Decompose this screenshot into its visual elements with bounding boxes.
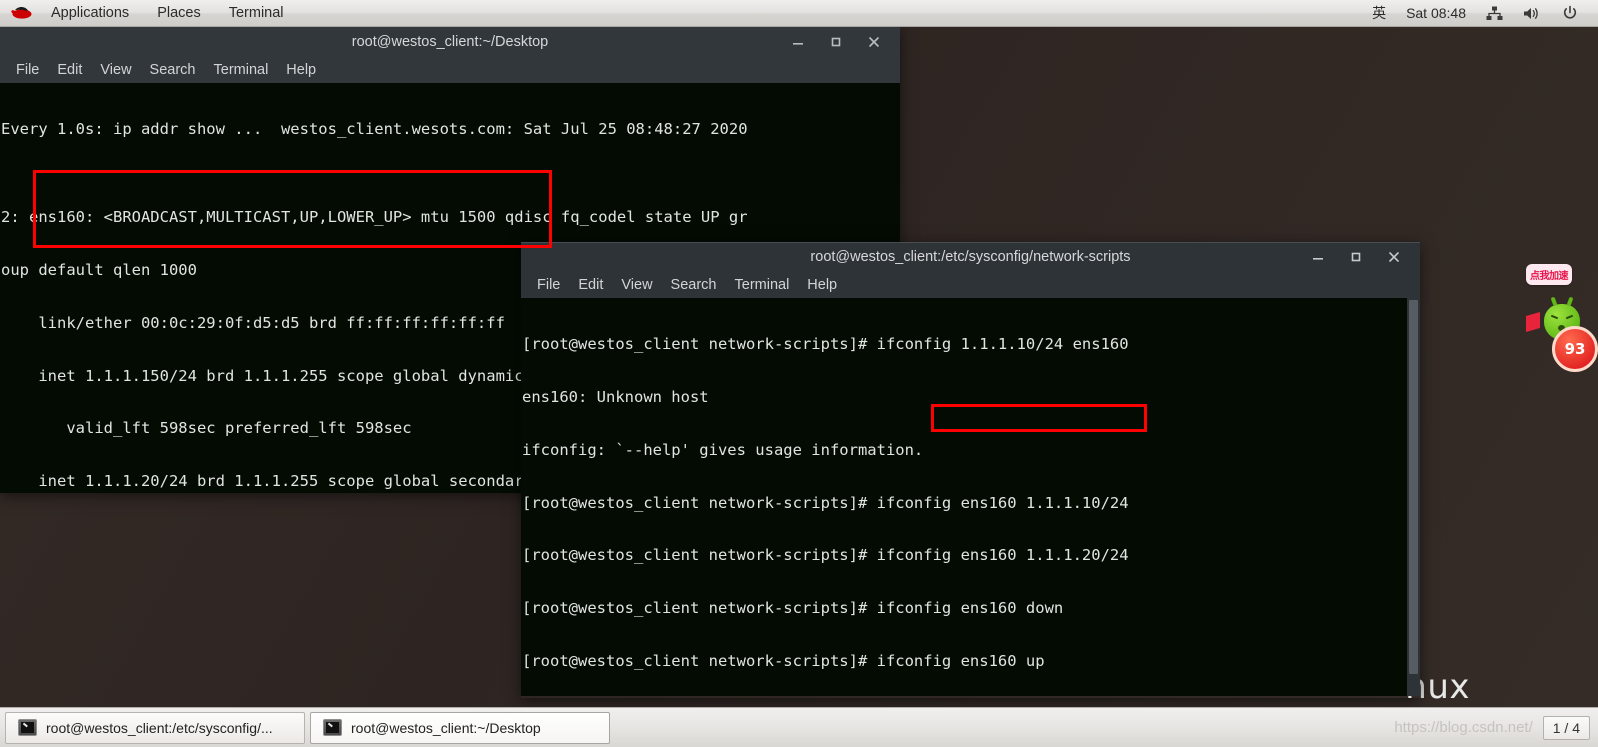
taskbar: root@westos_client:/etc/sysconfig/... ro… — [0, 707, 1598, 747]
taskbar-right-area: https://blog.csdn.net/ 1 / 4 — [1394, 715, 1598, 740]
panel-menu-group: Applications Places Terminal — [37, 2, 298, 24]
redhat-logo-icon[interactable] — [9, 4, 35, 22]
window1-menu-view[interactable]: View — [91, 60, 140, 80]
taskbar-button-desktop[interactable]: root@westos_client:~/Desktop — [310, 711, 610, 744]
window2-scrollbar[interactable] — [1407, 298, 1420, 696]
network-icon[interactable] — [1476, 3, 1513, 24]
window2-menu-search[interactable]: Search — [662, 275, 726, 295]
window2-menu-terminal[interactable]: Terminal — [726, 275, 799, 295]
ad-bubble-text[interactable]: 点我加速 — [1526, 264, 1572, 285]
terminal-line: [root@westos_client network-scripts]# if… — [522, 335, 1129, 354]
window2-minimize-icon[interactable] — [1310, 249, 1326, 265]
window1-menu-edit[interactable]: Edit — [48, 60, 91, 80]
terminal-icon — [18, 719, 37, 736]
window2-menu-edit[interactable]: Edit — [569, 275, 612, 295]
window1-menu-help[interactable]: Help — [277, 60, 325, 80]
taskbar-button-network-scripts[interactable]: root@westos_client:/etc/sysconfig/... — [5, 711, 305, 744]
workspace-indicator[interactable]: 1 / 4 — [1542, 715, 1590, 740]
power-icon[interactable] — [1552, 2, 1588, 24]
top-panel: Applications Places Terminal 英 Sat 08:48 — [0, 0, 1598, 27]
window2-scrollbar-thumb[interactable] — [1409, 300, 1418, 675]
window1-title: root@westos_client:~/Desktop — [351, 33, 549, 50]
terminal-line: [root@westos_client network-scripts]# if… — [522, 493, 1129, 512]
window1-menu-search[interactable]: Search — [141, 60, 205, 80]
terminal-line: Every 1.0s: ip addr show ... westos_clie… — [1, 120, 748, 139]
ad-mascot-eye-right — [1565, 314, 1574, 320]
terminal-icon — [323, 719, 342, 736]
terminal-line: ifconfig: `--help' gives usage informati… — [522, 440, 924, 459]
clock[interactable]: Sat 08:48 — [1396, 2, 1476, 24]
window2-maximize-icon[interactable] — [1348, 249, 1364, 265]
window1-menu-terminal[interactable]: Terminal — [205, 60, 278, 80]
window2-title-bar[interactable]: root@westos_client:/etc/sysconfig/networ… — [521, 242, 1420, 271]
volume-icon[interactable] — [1513, 3, 1552, 24]
window2-menu-help[interactable]: Help — [798, 275, 846, 295]
ad-flag-icon — [1526, 311, 1540, 333]
window1-controls — [790, 34, 894, 50]
panel-status-area: 英 Sat 08:48 — [1362, 0, 1598, 26]
floating-ad-widget[interactable]: 点我加速 93 — [1520, 262, 1598, 372]
panel-menu-applications[interactable]: Applications — [37, 2, 143, 24]
window2-menu-view[interactable]: View — [612, 275, 661, 295]
terminal-line: ens160: Unknown host — [522, 387, 709, 406]
taskbar-button-label: root@westos_client:~/Desktop — [351, 719, 541, 736]
window2-menu-bar: File Edit View Search Terminal Help — [521, 271, 1420, 298]
window2-terminal-output[interactable]: [root@westos_client network-scripts]# if… — [521, 298, 1420, 696]
terminal-line: [root@westos_client network-scripts]# if… — [522, 546, 1129, 565]
window1-minimize-icon[interactable] — [790, 34, 806, 50]
csdn-watermark: https://blog.csdn.net/ — [1394, 719, 1533, 736]
panel-menu-terminal[interactable]: Terminal — [215, 2, 298, 24]
terminal-line: 2: ens160: <BROADCAST,MULTICAST,UP,LOWER… — [1, 208, 748, 227]
window1-close-icon[interactable] — [866, 34, 882, 50]
window2-close-icon[interactable] — [1386, 249, 1402, 265]
window2-controls — [1310, 249, 1414, 265]
terminal-window-network-scripts[interactable]: root@westos_client:/etc/sysconfig/networ… — [521, 242, 1420, 698]
input-method-indicator[interactable]: 英 — [1362, 0, 1396, 26]
panel-menu-places[interactable]: Places — [143, 2, 215, 24]
ad-mascot-eye-left — [1550, 314, 1559, 320]
window2-menu-file[interactable]: File — [528, 275, 569, 295]
window1-menu-bar: File Edit View Search Terminal Help — [0, 56, 900, 83]
terminal-line: [root@westos_client network-scripts]# if… — [522, 599, 1064, 618]
ad-badge[interactable]: 93 — [1552, 326, 1598, 372]
terminal-line: [root@westos_client network-scripts]# if… — [522, 651, 1045, 670]
window1-maximize-icon[interactable] — [828, 34, 844, 50]
window1-title-bar[interactable]: root@westos_client:~/Desktop — [0, 27, 900, 56]
window2-title: root@westos_client:/etc/sysconfig/networ… — [810, 249, 1131, 265]
window1-menu-file[interactable]: File — [7, 60, 48, 80]
taskbar-button-label: root@westos_client:/etc/sysconfig/... — [46, 719, 273, 736]
